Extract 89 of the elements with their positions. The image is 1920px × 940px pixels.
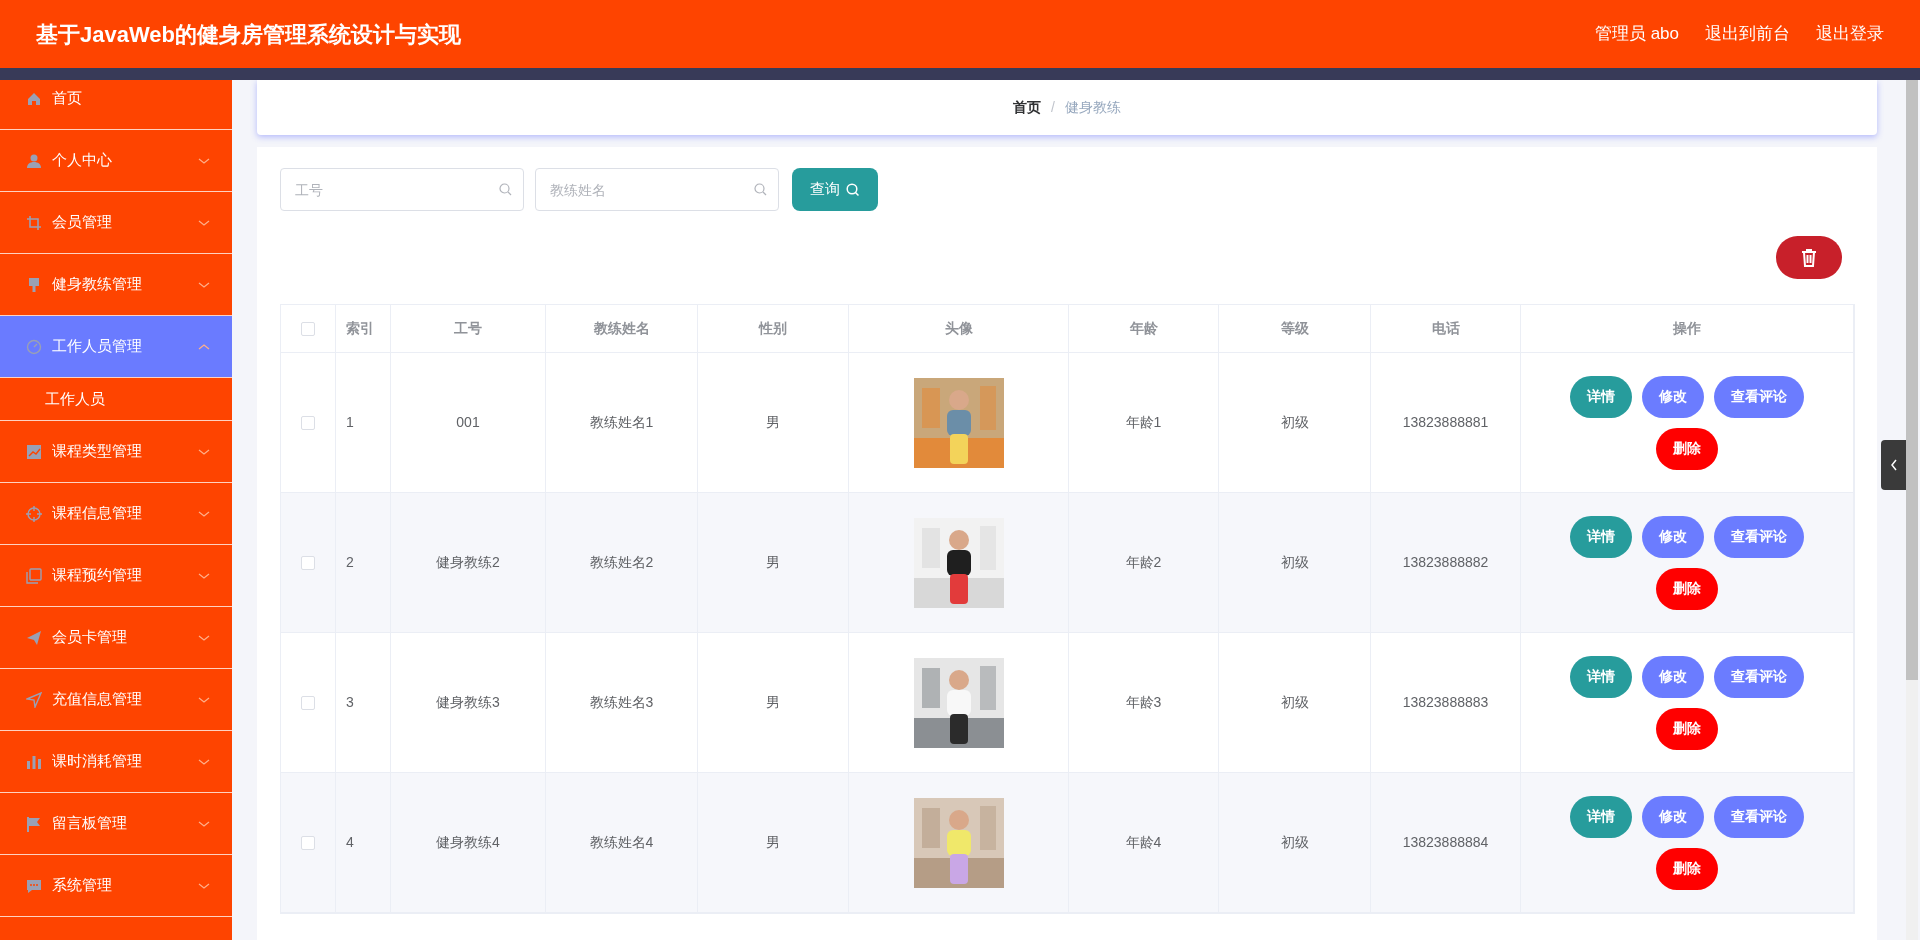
table-cell-text: 男 — [766, 693, 780, 712]
column-header: 年龄 — [1129, 319, 1158, 338]
comments-button[interactable]: 查看评论 — [1714, 655, 1804, 698]
search-field[interactable]: 教练姓名 — [535, 168, 779, 211]
app-title: 基于JavaWeb的健身房管理系统设计与实现 — [36, 20, 461, 49]
paper-plane-icon — [26, 629, 42, 646]
table-cell-text: 13823888883 — [1402, 693, 1489, 712]
header-link[interactable]: 退出登录 — [1816, 21, 1884, 47]
search-field[interactable]: 工号 — [280, 168, 524, 211]
table-cell-text: 年龄2 — [1125, 553, 1162, 572]
table-cell-text: 年龄1 — [1125, 413, 1162, 432]
column-header: 工号 — [454, 319, 482, 338]
bar-chart-icon — [26, 753, 42, 770]
column-header: 性别 — [759, 319, 787, 338]
column-header: 等级 — [1280, 319, 1309, 338]
table-cell-text: 男 — [766, 833, 780, 852]
table-cell-text: 初级 — [1280, 833, 1309, 852]
chart-icon — [26, 443, 42, 460]
trash-icon — [1801, 248, 1817, 267]
checkbox[interactable] — [301, 321, 315, 336]
comments-button[interactable]: 查看评论 — [1714, 515, 1804, 558]
table-cell-text: 4 — [346, 833, 354, 852]
delete-button[interactable] — [1776, 236, 1842, 279]
details-button[interactable]: 详情 — [1570, 375, 1632, 418]
checkbox[interactable] — [301, 695, 315, 710]
column-header: 电话 — [1431, 319, 1460, 338]
table-cell-text: 13823888884 — [1402, 833, 1489, 852]
checkbox[interactable] — [301, 835, 315, 850]
comments-button[interactable]: 查看评论 — [1714, 375, 1804, 418]
home-icon — [26, 90, 42, 107]
user-icon — [26, 152, 42, 169]
table-cell-text: 教练姓名1 — [589, 413, 654, 432]
edit-button[interactable]: 修改 — [1642, 795, 1704, 838]
chevron-left-icon — [1889, 459, 1898, 471]
table-cell-text: 初级 — [1280, 553, 1309, 572]
table-cell-text: 13823888882 — [1402, 553, 1489, 572]
search-icon — [754, 183, 767, 196]
header-link[interactable]: 退出到前台 — [1705, 21, 1790, 47]
checkbox[interactable] — [301, 555, 315, 570]
edit-button[interactable]: 修改 — [1642, 515, 1704, 558]
side-panel-toggle[interactable] — [1881, 440, 1906, 490]
table-cell-text: 健身教练2 — [436, 553, 500, 572]
breadcrumb-item: 健身教练 — [1064, 98, 1121, 117]
chat-icon — [26, 877, 42, 894]
breadcrumb-item[interactable]: 首页 — [1013, 97, 1042, 118]
table-cell-text: 初级 — [1280, 413, 1309, 432]
edit-button[interactable]: 修改 — [1642, 375, 1704, 418]
edit-button[interactable]: 修改 — [1642, 655, 1704, 698]
header-link[interactable]: 管理员 abo — [1594, 21, 1679, 47]
table-cell-text: 男 — [766, 413, 780, 432]
delete-button[interactable]: 删除 — [1656, 847, 1718, 890]
crop-icon — [26, 214, 42, 231]
column-header: 索引 — [346, 319, 374, 338]
column-header: 操作 — [1673, 319, 1701, 338]
table-cell-text: 2 — [346, 553, 354, 572]
table-cell-text: 教练姓名4 — [589, 833, 654, 852]
table-cell-text: 001 — [456, 413, 480, 432]
search-icon — [846, 182, 860, 197]
sidebar-item[interactable]: 工作人员管理 — [0, 316, 232, 378]
breadcrumb-separator: / — [1051, 98, 1055, 117]
table-cell-text: 年龄3 — [1125, 693, 1162, 712]
table-cell-text: 健身教练4 — [436, 833, 500, 852]
column-header: 头像 — [944, 319, 973, 338]
send-icon — [26, 691, 42, 708]
copy-icon — [26, 567, 42, 584]
table-cell-text: 教练姓名3 — [589, 693, 654, 712]
flag-icon — [26, 815, 42, 832]
table-cell-text: 男 — [766, 553, 780, 572]
dashboard-icon — [26, 338, 42, 355]
comments-button[interactable]: 查看评论 — [1714, 795, 1804, 838]
table-cell-text: 13823888881 — [1402, 413, 1489, 432]
delete-button[interactable]: 删除 — [1656, 707, 1718, 750]
crosshair-icon — [26, 505, 42, 522]
delete-button[interactable]: 删除 — [1656, 567, 1718, 610]
table-cell-text: 年龄4 — [1125, 833, 1162, 852]
table-cell-text: 1 — [346, 413, 354, 432]
checkbox[interactable] — [301, 415, 315, 430]
table-cell-text: 3 — [346, 693, 354, 712]
search-icon — [499, 183, 512, 196]
details-button[interactable]: 详情 — [1570, 515, 1632, 558]
table-cell-text: 初级 — [1280, 693, 1309, 712]
column-header: 教练姓名 — [593, 319, 650, 338]
table-cell-text: 教练姓名2 — [589, 553, 654, 572]
delete-button[interactable]: 删除 — [1656, 427, 1718, 470]
brush-icon — [26, 276, 42, 293]
table-cell-text: 健身教练3 — [436, 693, 500, 712]
search-button[interactable]: 查询 — [792, 168, 878, 211]
details-button[interactable]: 详情 — [1570, 655, 1632, 698]
details-button[interactable]: 详情 — [1570, 795, 1632, 838]
